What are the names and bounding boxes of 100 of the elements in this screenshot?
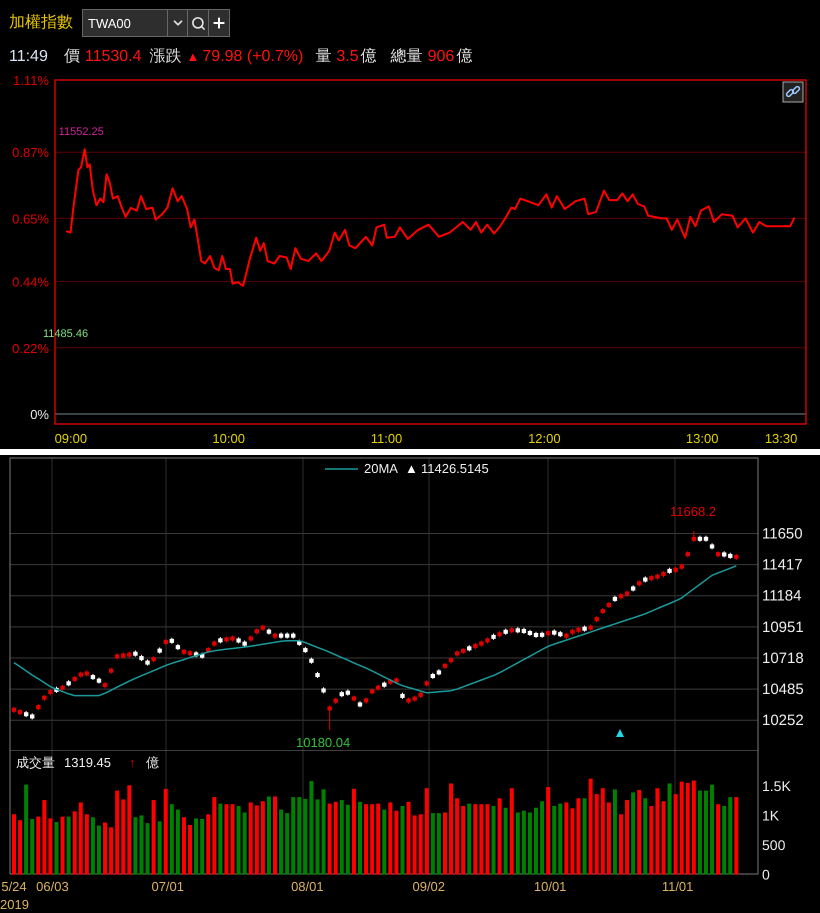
price-annotation: 10180.04 [296, 735, 350, 750]
volume-bar [479, 804, 484, 875]
volume-bar [412, 815, 417, 875]
axis-label: 10485 [762, 681, 804, 698]
volume-bar [570, 808, 574, 875]
axis-label: 10718 [762, 650, 804, 667]
link-icon[interactable] [782, 82, 804, 102]
add-button[interactable] [209, 9, 230, 37]
candlestick [291, 632, 296, 640]
axis-label: 10252 [762, 712, 804, 730]
candlestick [376, 684, 380, 692]
candlestick [370, 688, 374, 696]
volume-value: 1319.45 [64, 755, 111, 770]
candlestick [164, 638, 168, 646]
candlestick [680, 563, 684, 570]
volume-bar [194, 818, 198, 875]
volume-bar [485, 804, 490, 875]
volume-value: 3.5 [336, 46, 359, 66]
triangle-marker-icon [616, 729, 624, 737]
volume-bar [279, 810, 284, 875]
candlestick [734, 553, 739, 561]
volume-bar [200, 819, 204, 875]
year-label: 2019 [0, 897, 29, 912]
candlestick [121, 652, 126, 660]
candlestick [552, 628, 556, 636]
volume-bar [558, 804, 562, 875]
candlestick [254, 628, 259, 635]
date-label: 5/24 [1, 879, 27, 894]
search-button[interactable] [188, 9, 209, 37]
axis-label: 1.5K [762, 778, 791, 794]
date-label: 08/01 [291, 879, 324, 894]
change-label: 漲跌 [150, 46, 182, 66]
volume-bar [30, 819, 34, 875]
candlestick [340, 690, 344, 698]
candlestick [248, 635, 253, 642]
candlestick [30, 712, 34, 720]
volume-bar [394, 810, 398, 875]
axis-label: 0.65% [12, 211, 49, 226]
candlestick [206, 646, 210, 654]
total-volume-unit: 億 [456, 46, 472, 66]
ma-legend-line [325, 468, 358, 470]
volume-unit: 億 [146, 755, 159, 770]
up-arrow: ↑ [129, 755, 136, 770]
volume-bar [206, 814, 210, 875]
axis-label: 0.87% [12, 145, 49, 160]
symbol-field[interactable]: TWA00 [82, 9, 168, 37]
candlestick [728, 552, 732, 560]
volume-bar [382, 810, 386, 875]
volume-bar [90, 817, 95, 875]
volume-bar [60, 816, 65, 875]
legend-label: 20MA [364, 461, 398, 476]
volume-bar [504, 808, 508, 875]
volume-bar [436, 813, 441, 875]
candlestick [72, 676, 77, 683]
volume-bar [84, 814, 89, 875]
axis-label: 13:00 [686, 431, 718, 446]
volume-bar [442, 812, 447, 875]
volume-bar [370, 804, 374, 875]
volume-bar [218, 804, 222, 875]
volume-bar [48, 818, 52, 875]
volume-bar [236, 806, 241, 875]
volume-bar [492, 806, 496, 875]
candlestick [467, 644, 472, 652]
candlestick [594, 616, 599, 623]
volume-bar [528, 812, 532, 875]
candlestick [722, 550, 726, 558]
candlestick [115, 652, 120, 660]
date-label: 06/03 [36, 879, 69, 894]
axis-label: 11184 [762, 588, 802, 605]
volume-bar [430, 813, 435, 875]
date-label: 07/01 [151, 879, 184, 894]
candlestick [510, 626, 514, 634]
axis-label: 500 [762, 837, 786, 854]
volume-bar [346, 804, 350, 875]
volume-bar [418, 814, 423, 875]
volume-bar [722, 806, 726, 875]
candlestick [297, 639, 302, 646]
candlestick [334, 697, 338, 704]
volume-bar [376, 804, 380, 875]
axis-label: 1K [762, 807, 780, 824]
volume-bar [182, 817, 186, 875]
volume-bar [72, 811, 77, 875]
volume-bar [54, 822, 58, 875]
candlestick [382, 680, 386, 688]
volume-bar [176, 810, 180, 875]
price-label: 價 [64, 46, 80, 66]
candlestick [315, 671, 320, 678]
volume-bar [103, 822, 108, 875]
candlestick [309, 657, 314, 664]
legend-value: 11426.5145 [421, 461, 489, 476]
candlestick [327, 705, 332, 730]
axis-label: 11650 [762, 525, 803, 542]
volume-bar [36, 816, 40, 875]
dropdown-button[interactable] [168, 9, 188, 37]
axis-label: 12:00 [528, 431, 561, 446]
volume-bar [230, 804, 235, 875]
index-title: 加權指數 [9, 12, 73, 33]
candlestick [558, 630, 562, 638]
legend-arrow: ▲ [405, 461, 418, 476]
price-value: 11530.4 [84, 46, 142, 66]
